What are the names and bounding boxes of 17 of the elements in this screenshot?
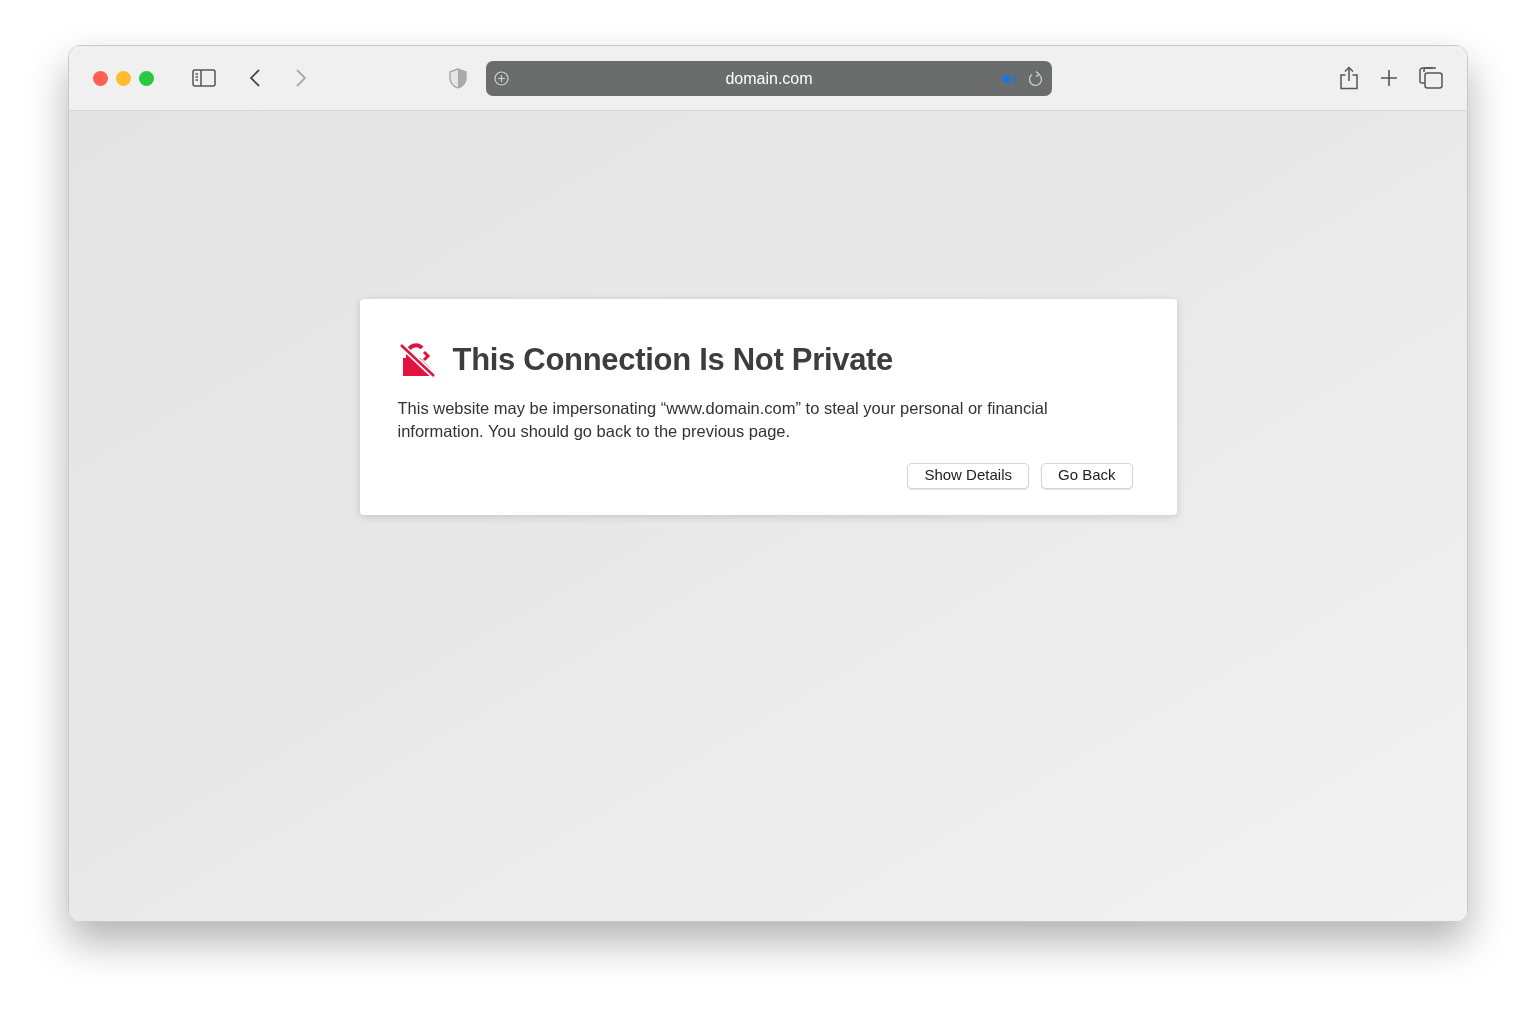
address-bar[interactable]: domain.com (486, 61, 1052, 96)
dialog-button[interactable]: Show Details (907, 462, 1029, 489)
dialog-button[interactable]: Go Back (1040, 462, 1133, 489)
url-text: domain.com (725, 68, 813, 89)
tab-overview-icon[interactable] (1419, 67, 1443, 89)
reload-icon[interactable] (1028, 70, 1043, 87)
close-window-button[interactable] (93, 70, 108, 86)
sidebar-icon[interactable] (192, 69, 216, 87)
add-icon[interactable] (494, 71, 509, 86)
share-icon[interactable] (1339, 66, 1359, 90)
new-tab-icon[interactable] (1379, 68, 1399, 88)
crossed-lock-icon (397, 342, 436, 379)
privacy-shield-icon[interactable] (449, 68, 467, 89)
warning-message: This website may be impersonating “www.domain.com” to steal your personal or financial information. You should go back to the previous page. (397, 397, 1049, 442)
zoom-window-button[interactable] (139, 70, 154, 86)
warning-title: This Connection Is Not Private (452, 341, 894, 379)
back-icon[interactable] (247, 68, 263, 88)
